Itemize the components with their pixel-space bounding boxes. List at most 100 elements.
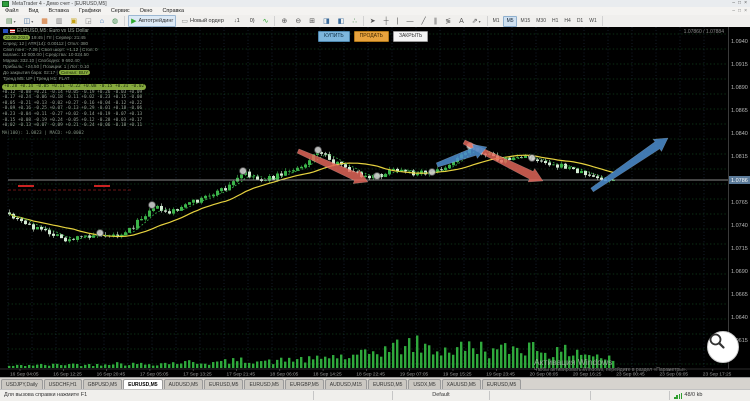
chart-restore-button[interactable]: □ (738, 8, 741, 14)
close-position-button[interactable]: ЗАКРЫТЬ (392, 31, 429, 42)
highlight-badge: 20.09.2024 (3, 35, 30, 40)
blue-up-arrow (435, 143, 488, 168)
menu-item-1[interactable]: Вид (24, 7, 44, 15)
timeframe-h1[interactable]: H1 (550, 17, 561, 26)
files-group: ▤ ▾ ◫ ▾ ▦ ▥ ▣ ◲ ⌂ ◍ (0, 15, 126, 27)
trendline-icon[interactable]: ╱ (418, 15, 428, 27)
menu-item-4[interactable]: Сервис (106, 7, 135, 15)
zoom-group: ⊕ ⊖ ⊞ ◨ ◧ ∴ (275, 15, 364, 27)
autotrading-button[interactable]: ▶ Автотрейдинг (128, 15, 177, 27)
vertical-line-icon-glyph: | (396, 17, 399, 25)
sell-counter-button[interactable]: 0) (245, 15, 258, 27)
menu-item-2[interactable]: Вставка (43, 7, 73, 15)
price-chart[interactable]: 1.0940 1.0915 1.0890 1.0865 1.0840 1.0815 1.07… (0, 27, 750, 377)
timeframe-d1[interactable]: D1 (574, 17, 585, 26)
crosshair-icon[interactable]: ┼ (381, 15, 392, 27)
zoom-in-icon-glyph: ⊕ (281, 17, 288, 25)
volume-histogram (8, 335, 615, 368)
timeframe-m1[interactable]: M1 (490, 17, 502, 26)
magnifier-icon (709, 333, 725, 349)
matrix-row-7: +0.02 -0.13 +0.07 -0.09 +0.21 -0.24 +0.0… (2, 123, 146, 129)
navigator-icon[interactable]: ⌂ (97, 15, 107, 27)
arrows-icon[interactable]: ⇗ ▾ (469, 15, 484, 27)
status-help-text: Для вызова справки нажмите F1 (0, 391, 314, 400)
new-chart-icon-glyph: ▦ (41, 17, 48, 25)
arrows-icon-glyph: ⇗ (471, 17, 478, 25)
timeframe-w1[interactable]: W1 (587, 17, 600, 26)
timeframe-m30[interactable]: M30 (534, 17, 549, 26)
horizontal-line-icon[interactable]: — (403, 15, 416, 27)
maximize-button[interactable]: □ (738, 1, 741, 6)
timeframe-m15[interactable]: M15 (518, 17, 533, 26)
screen-magnifier-button[interactable] (707, 331, 739, 363)
data-window-icon-glyph: ◲ (85, 17, 92, 25)
new-order-button-glyph: ▭ (181, 17, 189, 25)
auto-scroll-icon-glyph: ◨ (323, 17, 330, 25)
fibonacci-icon[interactable]: ≶ (442, 15, 454, 27)
new-order-button[interactable]: ▭ Новый ордер (178, 15, 226, 27)
svg-text:1.0865: 1.0865 (731, 108, 748, 114)
sell-button[interactable]: ПРОДАТЬ (353, 31, 389, 42)
template-icon[interactable]: ◫ ▾ (21, 15, 37, 27)
auto-scroll-icon[interactable]: ◨ (320, 15, 333, 27)
menu-item-6[interactable]: Справка (157, 7, 189, 15)
minimize-button[interactable]: – (732, 1, 735, 6)
channel-icon[interactable]: ∥ (431, 15, 441, 27)
timeframe-h4[interactable]: H4 (562, 17, 573, 26)
chart-shift-icon[interactable]: ◧ (335, 15, 348, 27)
menu-item-0[interactable]: Файл (0, 7, 24, 15)
terminal-icon-glyph: ◍ (112, 17, 119, 25)
highlight-badge: Сигнал: BUY (58, 69, 91, 75)
profiles-icon[interactable]: ▥ (53, 15, 66, 27)
buy-counter-button[interactable]: ↓1 (229, 15, 243, 27)
svg-text:1.0715: 1.0715 (731, 246, 748, 252)
data-window-icon[interactable]: ◲ (82, 15, 95, 27)
market-watch-icon-glyph: ▣ (70, 17, 78, 25)
chart-close-button[interactable]: × (744, 8, 747, 14)
tile-windows-icon[interactable]: ⊞ (306, 15, 318, 27)
zoom-in-icon[interactable]: ⊕ (278, 15, 290, 27)
info-text: 19:45 | Пт | Сервер: 21:45 (30, 35, 86, 40)
chevron-down-icon: ▾ (478, 18, 481, 24)
zoom-out-icon-glyph: ⊖ (295, 17, 302, 25)
indicators-icon[interactable]: ∴ (349, 15, 359, 27)
status-bar: Для вызова справки нажмите F1 Default 48… (0, 389, 750, 401)
svg-text:1.0690: 1.0690 (731, 269, 748, 275)
trading-group: ▶ Автотрейдинг ▭ Новый ордер ↓1 0) ∿ (125, 15, 276, 27)
symbol-title: EURUSD,M5: Euro vs US Dollar (17, 28, 89, 34)
info-text: Маржа: 332.10 | Свободно: 9 692.40 (3, 58, 80, 64)
close-button[interactable]: × (744, 1, 747, 6)
tile-windows-icon-glyph: ⊞ (309, 17, 316, 25)
time-axis-labels: 16 Sep 04:05 16 Sep 12:25 16 Sep 20:45 17 S… (10, 369, 732, 377)
timeframes-group: M1 M5 M15 M30 H1 H4 D1 W1 (488, 15, 603, 27)
vertical-line-icon[interactable]: | (394, 15, 402, 27)
buy-button[interactable]: КУПИТЬ (318, 31, 350, 42)
menu-item-5[interactable]: Окно (135, 7, 158, 15)
status-profile[interactable]: Default (393, 391, 490, 400)
zigzag-icon[interactable]: ∿ (260, 15, 272, 27)
chart-shift-icon-glyph: ◧ (337, 17, 345, 25)
info-text: Спред: 12 | ATR(14): 0.00112 | Откл: 380 (3, 40, 89, 46)
menu-item-3[interactable]: Графики (74, 7, 106, 15)
svg-text:1.0786: 1.0786 (731, 178, 748, 184)
chart-area: 1.0940 1.0915 1.0890 1.0865 1.0840 1.0815 1.07… (0, 27, 750, 377)
mt4-logo-icon (2, 0, 9, 7)
info-text: Прибыль: +24.50 | Позиции: 1 | Лот: 0.10 (3, 63, 90, 69)
zoom-out-icon[interactable]: ⊖ (292, 15, 304, 27)
chart-type-icon-glyph: ▤ (6, 17, 13, 25)
new-chart-icon[interactable]: ▦ (38, 15, 51, 27)
connection-speed: 48/0 kb (684, 392, 703, 398)
cursor-icon[interactable]: ➤ (367, 15, 379, 27)
svg-text:1.0740: 1.0740 (731, 223, 748, 229)
svg-text:1.0940: 1.0940 (731, 39, 748, 45)
chart-minimize-button[interactable]: – (732, 8, 735, 14)
matrix-row-values: +0.23 -0.04 +0.11 -0.27 +0.02 -0.14 +0.1… (2, 111, 143, 117)
text-icon[interactable]: A (456, 15, 467, 27)
timeframe-m5[interactable]: M5 (503, 15, 518, 27)
market-watch-icon[interactable]: ▣ (68, 15, 81, 27)
symbol-header: EURUSD,M5: Euro vs US Dollar (3, 28, 89, 34)
terminal-icon[interactable]: ◍ (109, 15, 121, 27)
info-panel: 20.09.2024 19:45 | Пт | Сервер: 21:45 Спр… (3, 35, 98, 81)
matrix-footer: MA(100): 1.0823 | MACD: +0.0002 (2, 130, 84, 136)
chart-type-icon[interactable]: ▤ ▾ (3, 15, 19, 27)
